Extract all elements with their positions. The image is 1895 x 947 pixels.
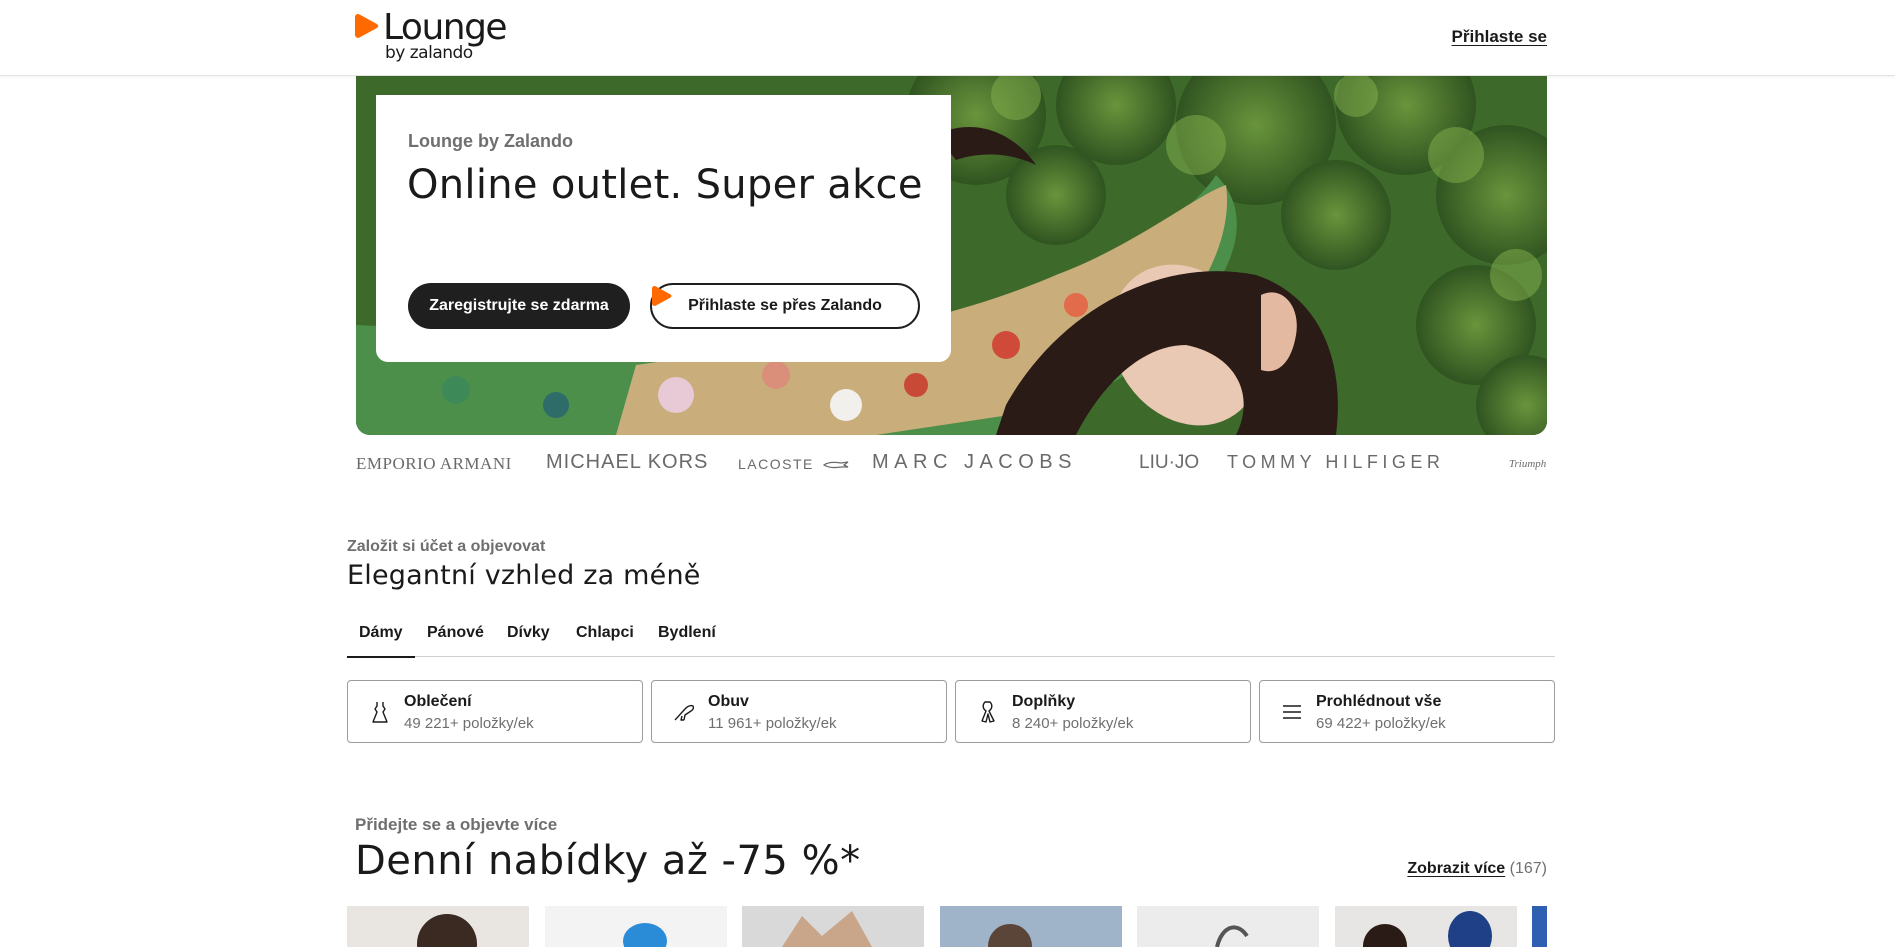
category-card-prohlednout-vse[interactable]: Prohlédnout vše 69 422+ položky/ek <box>1259 680 1555 743</box>
deal-thumbnail[interactable] <box>1137 906 1319 947</box>
tab-panove[interactable]: Pánové <box>427 624 484 642</box>
show-more-link[interactable]: Zobrazit více <box>1407 860 1505 877</box>
category-name: Obuv <box>708 693 749 710</box>
brand-logo-triumph[interactable]: Triumph <box>1509 458 1546 470</box>
categories-eyebrow: Založit si účet a objevovat <box>347 538 546 555</box>
category-tabs: Dámy Pánové Dívky Chlapci Bydlení <box>347 610 1555 658</box>
category-count: 69 422+ položky/ek <box>1316 715 1446 732</box>
zalando-logo-icon <box>652 286 672 306</box>
login-link[interactable]: Přihlaste se <box>1452 27 1547 47</box>
hero-card: Lounge by Zalando Online outlet. Super a… <box>376 95 951 362</box>
hero-title: Online outlet. Super akce <box>407 162 923 208</box>
crocodile-icon <box>823 461 849 469</box>
category-count: 11 961+ položky/ek <box>708 715 837 732</box>
hero-banner: Lounge by Zalando Online outlet. Super a… <box>356 75 1547 435</box>
category-card-obuv[interactable]: Obuv 11 961+ položky/ek <box>651 680 947 743</box>
deal-thumbnail[interactable] <box>742 906 924 947</box>
brand-label-lacoste: LACOSTE <box>738 456 814 472</box>
show-more: Zobrazit více (167) <box>1407 860 1547 878</box>
deals-count: (167) <box>1509 860 1547 877</box>
logo-wordmark: Lounge <box>383 7 508 48</box>
category-card-obleceni[interactable]: Oblečení 49 221+ položky/ek <box>347 680 643 743</box>
dress-icon <box>372 702 388 723</box>
scarf-icon <box>981 701 995 723</box>
category-name: Oblečení <box>404 693 472 710</box>
tab-divky[interactable]: Dívky <box>507 624 550 642</box>
lounge-logo[interactable]: Lounge by zalando <box>355 7 515 64</box>
category-name: Prohlédnout vše <box>1316 693 1442 710</box>
zalando-login-button[interactable]: Přihlaste se přes Zalando <box>650 283 920 329</box>
category-count: 8 240+ položky/ek <box>1012 715 1134 732</box>
deals-eyebrow: Přidejte se a objevte více <box>355 815 558 834</box>
deal-thumbnail[interactable] <box>545 906 727 947</box>
site-header: Lounge by zalando Přihlaste se <box>0 0 1895 76</box>
brand-strip: EMPORIO ARMANI MICHAEL KORS LACOSTE MARC… <box>356 446 1547 480</box>
register-button[interactable]: Zaregistrujte se zdarma <box>408 283 630 329</box>
brand-logo-lacoste[interactable]: LACOSTE <box>738 456 849 472</box>
brand-logo-marc-jacobs[interactable]: MARC JACOBS <box>872 451 1077 474</box>
deal-thumbnail[interactable] <box>940 906 1122 947</box>
deal-thumbnail[interactable] <box>347 906 529 947</box>
category-card-doplnky[interactable]: Doplňky 8 240+ položky/ek <box>955 680 1251 743</box>
category-count: 49 221+ položky/ek <box>404 715 534 732</box>
categories-title: Elegantní vzhled za méně <box>347 560 701 591</box>
brand-logo-michael-kors[interactable]: MICHAEL KORS <box>546 451 708 474</box>
tab-chlapci[interactable]: Chlapci <box>576 624 634 642</box>
deal-thumbnail[interactable] <box>1532 906 1547 947</box>
zalando-login-label: Přihlaste se přes Zalando <box>688 297 882 314</box>
hero-eyebrow: Lounge by Zalando <box>408 131 573 151</box>
shoe-icon <box>674 704 695 721</box>
tab-damy[interactable]: Dámy <box>347 624 415 658</box>
brand-logo-emporio-armani[interactable]: EMPORIO ARMANI <box>356 454 512 474</box>
deal-thumbnail[interactable] <box>1335 906 1517 947</box>
deals-title: Denní nabídky až -75 %* <box>355 838 861 884</box>
tab-bydleni[interactable]: Bydlení <box>658 624 716 642</box>
brand-logo-liu-jo[interactable]: LIU·JO <box>1139 452 1199 474</box>
category-name: Doplňky <box>1012 693 1076 710</box>
lounge-logo-mark-icon <box>355 14 379 38</box>
list-icon <box>1283 705 1301 719</box>
brand-logo-tommy-hilfiger[interactable]: TOMMY HILFIGER <box>1227 452 1444 473</box>
logo-subtitle: by zalando <box>385 43 473 63</box>
